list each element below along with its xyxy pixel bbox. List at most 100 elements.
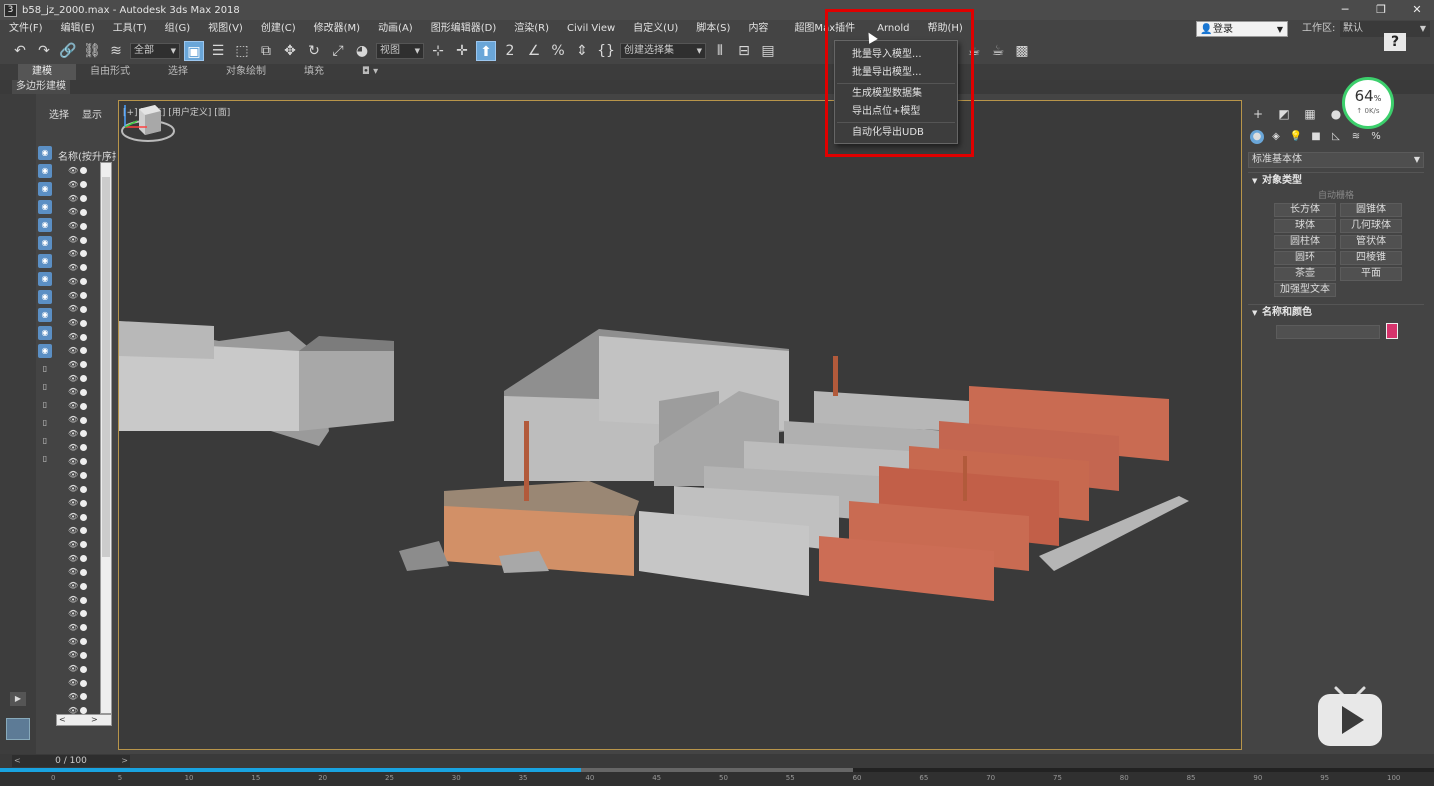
name-color-header[interactable]: ▼ 名称和颜色	[1248, 305, 1424, 321]
render-toggle-icon[interactable]	[80, 638, 88, 646]
eye-icon[interactable]: 👁	[68, 318, 78, 328]
reference-coord-dropdown[interactable]: 视图 ▼	[376, 43, 424, 59]
eye-icon[interactable]: 👁	[68, 664, 78, 674]
pivot-center-icon[interactable]: ⊹	[428, 41, 448, 61]
object-type-button[interactable]: 长方体	[1274, 203, 1336, 217]
eye-icon[interactable]: 👁	[68, 429, 78, 439]
time-slider[interactable]: < 0 / 100 >	[12, 755, 130, 767]
object-type-button[interactable]: 平面	[1340, 267, 1402, 281]
redo-icon[interactable]: ↷	[34, 41, 54, 61]
eye-icon[interactable]: 👁	[68, 166, 78, 176]
menu-animation[interactable]: 动画(A)	[369, 20, 422, 38]
eye-icon[interactable]: 👁	[68, 443, 78, 453]
render-toggle-icon[interactable]	[80, 167, 88, 175]
explorer-horizontal-scrollbar[interactable]: < >	[56, 714, 112, 726]
close-button[interactable]: ✕	[1406, 2, 1428, 18]
eye-icon[interactable]: 👁	[68, 512, 78, 522]
chevron-left-icon[interactable]: <	[59, 715, 66, 725]
render-toggle-icon[interactable]	[80, 693, 88, 701]
render-toggle-icon[interactable]	[80, 361, 88, 369]
eye-icon[interactable]: 👁	[68, 221, 78, 231]
restore-button[interactable]: ❐	[1370, 2, 1392, 18]
explorer-vertical-scrollbar[interactable]	[100, 162, 112, 714]
bind-space-warp-icon[interactable]: ≋	[106, 41, 126, 61]
rect-selection-icon[interactable]: ⬚	[232, 41, 252, 61]
display-invert-icon[interactable]: ▯	[38, 398, 52, 412]
app-icon[interactable]: 3	[4, 3, 17, 17]
display-containers-icon[interactable]: ◉	[38, 326, 52, 340]
render-toggle-icon[interactable]	[80, 388, 88, 396]
select-manipulate-icon[interactable]: ✛	[452, 41, 472, 61]
object-type-button[interactable]: 几何球体	[1340, 219, 1402, 233]
render-toggle-icon[interactable]	[80, 596, 88, 604]
eye-icon[interactable]: 👁	[68, 415, 78, 425]
eye-icon[interactable]: 👁	[68, 387, 78, 397]
timeline-ruler[interactable]: 0 5 10 15 20 25 30 35 40 45 50 55 60 65 70 75 80 85 90 95 10…	[0, 772, 1434, 786]
helpers-icon[interactable]: ◺	[1328, 130, 1344, 144]
render-toggle-icon[interactable]	[80, 665, 88, 673]
display-bones-icon[interactable]: ◉	[38, 308, 52, 322]
menu-modifiers[interactable]: 修改器(M)	[305, 20, 369, 38]
polygon-modeling-label[interactable]: 多边形建模	[12, 80, 70, 94]
object-type-button[interactable]: 圆锥体	[1340, 203, 1402, 217]
render-toggle-icon[interactable]	[80, 555, 88, 563]
modify-tab-icon[interactable]: ◩	[1276, 106, 1292, 122]
menu-file[interactable]: 文件(F)	[0, 20, 52, 38]
eye-icon[interactable]: 👁	[68, 526, 78, 536]
render-toggle-icon[interactable]	[80, 416, 88, 424]
render-toggle-icon[interactable]	[80, 471, 88, 479]
tab-freeform[interactable]: 自由形式	[76, 64, 154, 80]
explorer-column-header[interactable]: 名称(按升序排序)	[58, 148, 116, 163]
render-toggle-icon[interactable]	[80, 651, 88, 659]
render-toggle-icon[interactable]	[80, 333, 88, 341]
render-toggle-icon[interactable]	[80, 402, 88, 410]
display-geometry-icon[interactable]: ◉	[38, 164, 52, 178]
undo-icon[interactable]: ↶	[10, 41, 30, 61]
create-tab-icon[interactable]: +	[1250, 106, 1266, 122]
eye-icon[interactable]: 👁	[68, 623, 78, 633]
object-color-swatch[interactable]	[1386, 323, 1398, 339]
eye-icon[interactable]: 👁	[68, 374, 78, 384]
select-object-icon[interactable]: ▣	[184, 41, 204, 61]
move-icon[interactable]: ✥	[280, 41, 300, 61]
display-frozen-icon[interactable]: ◉	[38, 344, 52, 358]
render-iterative-icon[interactable]: ☕	[988, 41, 1008, 61]
menu-civil-view[interactable]: Civil View	[558, 20, 624, 38]
viewport-layout-thumbnail[interactable]	[6, 718, 30, 740]
cameras-icon[interactable]: ■	[1308, 130, 1324, 144]
eye-icon[interactable]: 👁	[68, 692, 78, 702]
render-toggle-icon[interactable]	[80, 305, 88, 313]
display-xrefs-icon[interactable]: ◉	[38, 290, 52, 304]
object-type-button[interactable]: 四棱锥	[1340, 251, 1402, 265]
menu-create[interactable]: 创建(C)	[252, 20, 305, 38]
eye-icon[interactable]: 👁	[68, 180, 78, 190]
menu-group[interactable]: 组(G)	[156, 20, 200, 38]
render-toggle-icon[interactable]	[80, 347, 88, 355]
render-toggle-icon[interactable]	[80, 292, 88, 300]
tab-object-paint[interactable]: 对象绘制	[212, 64, 290, 80]
filter-icon[interactable]: ▯	[38, 416, 52, 430]
edit-named-selection-icon[interactable]: {}	[596, 41, 616, 61]
link-icon[interactable]: 🔗	[58, 41, 78, 61]
eye-icon[interactable]: 👁	[68, 304, 78, 314]
display-lights-icon[interactable]: ◉	[38, 200, 52, 214]
render-toggle-icon[interactable]	[80, 278, 88, 286]
eye-icon[interactable]: 👁	[68, 581, 78, 591]
menu-tools[interactable]: 工具(T)	[104, 20, 156, 38]
eye-icon[interactable]: 👁	[68, 678, 78, 688]
eye-icon[interactable]: 👁	[68, 554, 78, 564]
layer-explorer-icon[interactable]: ▤	[758, 41, 778, 61]
eye-icon[interactable]: 👁	[68, 609, 78, 619]
display-groups-icon[interactable]: ◉	[38, 272, 52, 286]
render-toggle-icon[interactable]	[80, 319, 88, 327]
render-toggle-icon[interactable]	[80, 541, 88, 549]
render-toggle-icon[interactable]	[80, 582, 88, 590]
explorer-tab-display[interactable]: 显示	[69, 106, 102, 121]
render-toggle-icon[interactable]	[80, 568, 88, 576]
render-toggle-icon[interactable]	[80, 444, 88, 452]
eye-icon[interactable]: 👁	[68, 498, 78, 508]
render-toggle-icon[interactable]	[80, 236, 88, 244]
eye-icon[interactable]: 👁	[68, 567, 78, 577]
display-shapes-icon[interactable]: ◉	[38, 182, 52, 196]
select-by-name-icon[interactable]: ☰	[208, 41, 228, 61]
